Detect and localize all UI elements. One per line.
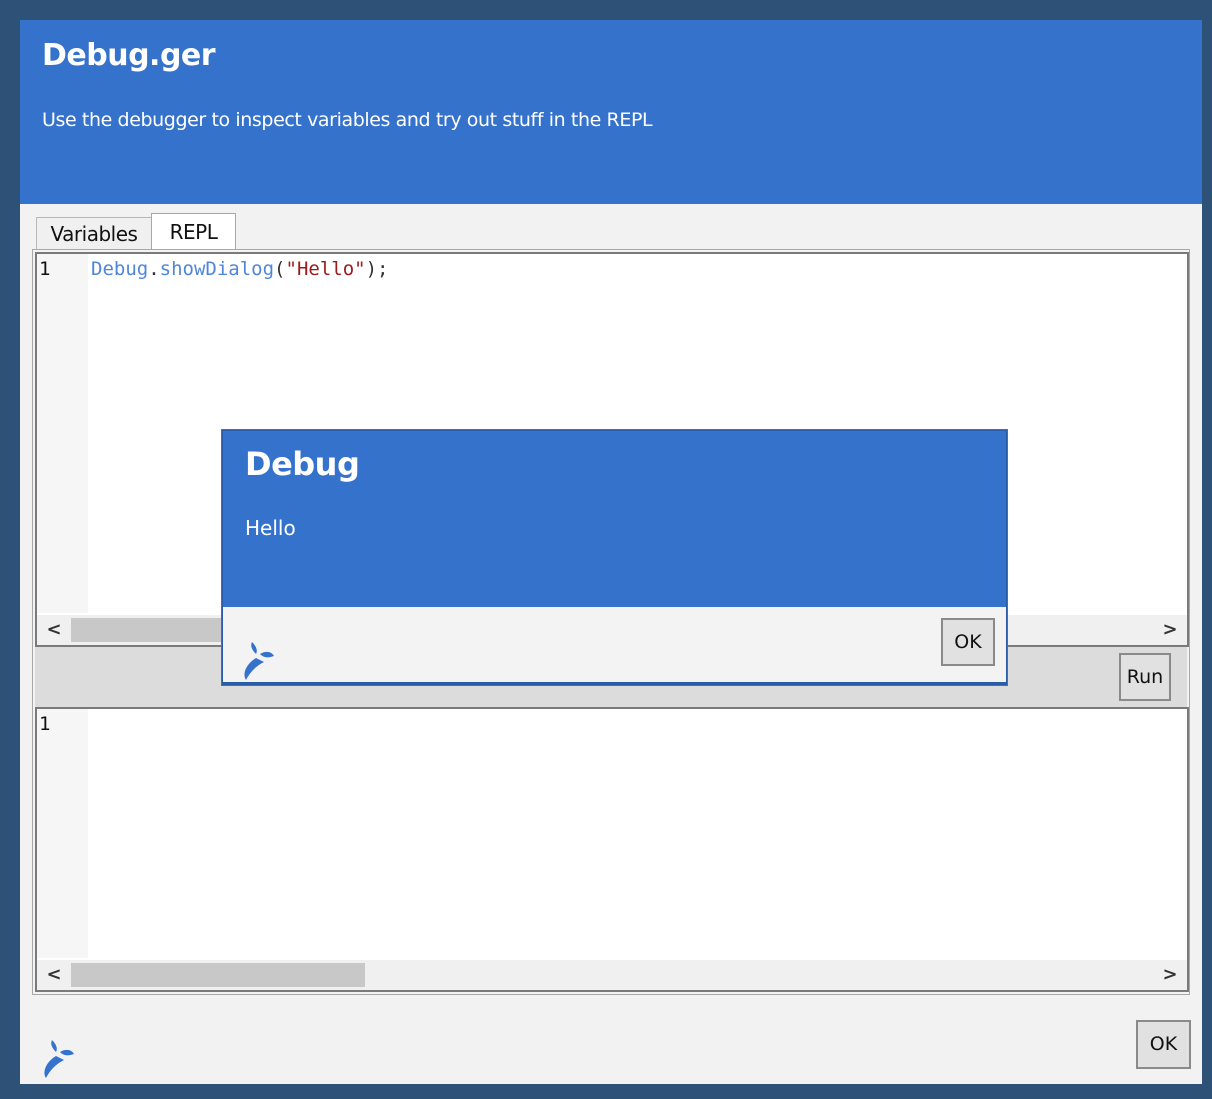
code-token-punct: (: [274, 258, 286, 280]
tab-repl[interactable]: REPL: [151, 213, 236, 250]
debug-popup-dialog: Debug Hello OK: [222, 430, 1007, 685]
run-button[interactable]: Run: [1119, 653, 1171, 701]
code-token-obj: Debug: [91, 258, 149, 280]
code-token-punct: );: [365, 258, 389, 280]
app-logo-icon: [44, 1040, 74, 1078]
dialog-subtitle: Use the debugger to inspect variables an…: [42, 109, 653, 131]
scroll-thumb[interactable]: [71, 963, 365, 987]
scroll-right-icon[interactable]: >: [1155, 615, 1185, 645]
dialog-title: Debug.ger: [42, 38, 216, 73]
popup-message: Hello: [245, 516, 296, 540]
scroll-left-icon[interactable]: <: [39, 615, 69, 645]
code-line[interactable]: Debug.showDialog("Hello");: [91, 258, 388, 280]
line-gutter: 1: [37, 709, 88, 958]
scroll-right-icon[interactable]: >: [1155, 960, 1185, 990]
repl-output-editor[interactable]: 1 < >: [35, 707, 1189, 992]
app-logo-icon: [244, 642, 274, 680]
code-token-obj: showDialog: [159, 258, 275, 280]
line-gutter: 1: [37, 254, 88, 613]
ok-button[interactable]: OK: [1136, 1020, 1191, 1069]
horizontal-scrollbar[interactable]: < >: [37, 960, 1187, 990]
popup-header: Debug Hello: [223, 431, 1006, 607]
line-number: 1: [39, 713, 51, 735]
code-token-str: "Hello": [285, 258, 366, 280]
code-token-punct: .: [148, 258, 160, 280]
tab-variables[interactable]: Variables: [36, 217, 152, 249]
line-number: 1: [39, 258, 51, 280]
popup-ok-button[interactable]: OK: [941, 618, 995, 666]
scroll-left-icon[interactable]: <: [39, 960, 69, 990]
popup-bottom-border: [223, 682, 1006, 684]
popup-title: Debug: [245, 445, 360, 483]
dialog-header: Debug.ger Use the debugger to inspect va…: [20, 20, 1202, 204]
